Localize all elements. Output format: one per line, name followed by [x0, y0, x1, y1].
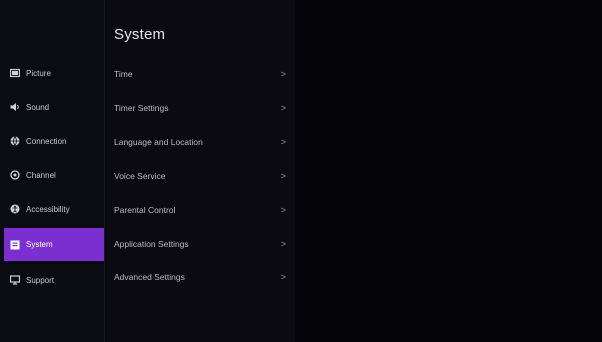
picture-icon [10, 68, 20, 78]
sidebar-item-label: System [26, 240, 53, 249]
sidebar-item-label: Sound [26, 102, 50, 112]
sidebar-item-label: Support [26, 275, 55, 285]
support-icon [10, 275, 20, 285]
page-title: System [114, 26, 166, 43]
menu-item-label: Advanced Settings [114, 272, 185, 282]
channel-icon [10, 170, 20, 180]
menu-item-label: Voice Service [114, 171, 166, 181]
menu-item-timer-settings[interactable]: Timer Settings > [114, 97, 290, 119]
sidebar-item-accessibility[interactable]: Accessibility [4, 195, 104, 223]
sidebar-item-connection[interactable]: Connection [4, 127, 104, 155]
sidebar-item-label: Accessibility [26, 204, 70, 214]
menu-item-label: Timer Settings [114, 103, 169, 113]
menu-item-parental-control[interactable]: Parental Control > [114, 199, 290, 221]
menu-item-label: Language and Location [114, 137, 203, 147]
sidebar-item-picture[interactable]: Picture [4, 59, 104, 87]
sidebar-item-support[interactable]: Support [4, 266, 104, 294]
sidebar-item-label: Picture [26, 68, 51, 78]
menu-item-label: Application Settings [114, 239, 189, 249]
menu-item-time[interactable]: Time > [114, 63, 290, 85]
sidebar-item-sound[interactable]: Sound [4, 93, 104, 121]
sidebar-item-system[interactable]: System [4, 228, 104, 261]
sidebar-item-channel[interactable]: Channel [4, 161, 104, 189]
chevron-right-icon: > [280, 171, 286, 181]
menu-item-label: Time [114, 69, 133, 79]
menu-item-advanced-settings[interactable]: Advanced Settings > [114, 266, 290, 288]
chevron-right-icon: > [280, 69, 286, 79]
chevron-right-icon: > [280, 103, 286, 113]
menu-item-language-location[interactable]: Language and Location > [114, 131, 290, 153]
speaker-icon [10, 102, 20, 112]
system-icon [10, 240, 20, 250]
chevron-right-icon: > [280, 239, 286, 249]
chevron-right-icon: > [280, 205, 286, 215]
sidebar-item-label: Connection [26, 136, 67, 146]
chevron-right-icon: > [280, 137, 286, 147]
accessibility-icon [10, 204, 20, 214]
globe-icon [10, 136, 20, 146]
menu-item-application-settings[interactable]: Application Settings > [114, 233, 290, 255]
tv-settings-screen: Picture Sound Connection Channel Accessi… [0, 0, 602, 342]
chevron-right-icon: > [280, 272, 286, 282]
sidebar-item-label: Channel [26, 170, 56, 180]
menu-item-voice-service[interactable]: Voice Service > [114, 165, 290, 187]
menu-item-label: Parental Control [114, 205, 176, 215]
